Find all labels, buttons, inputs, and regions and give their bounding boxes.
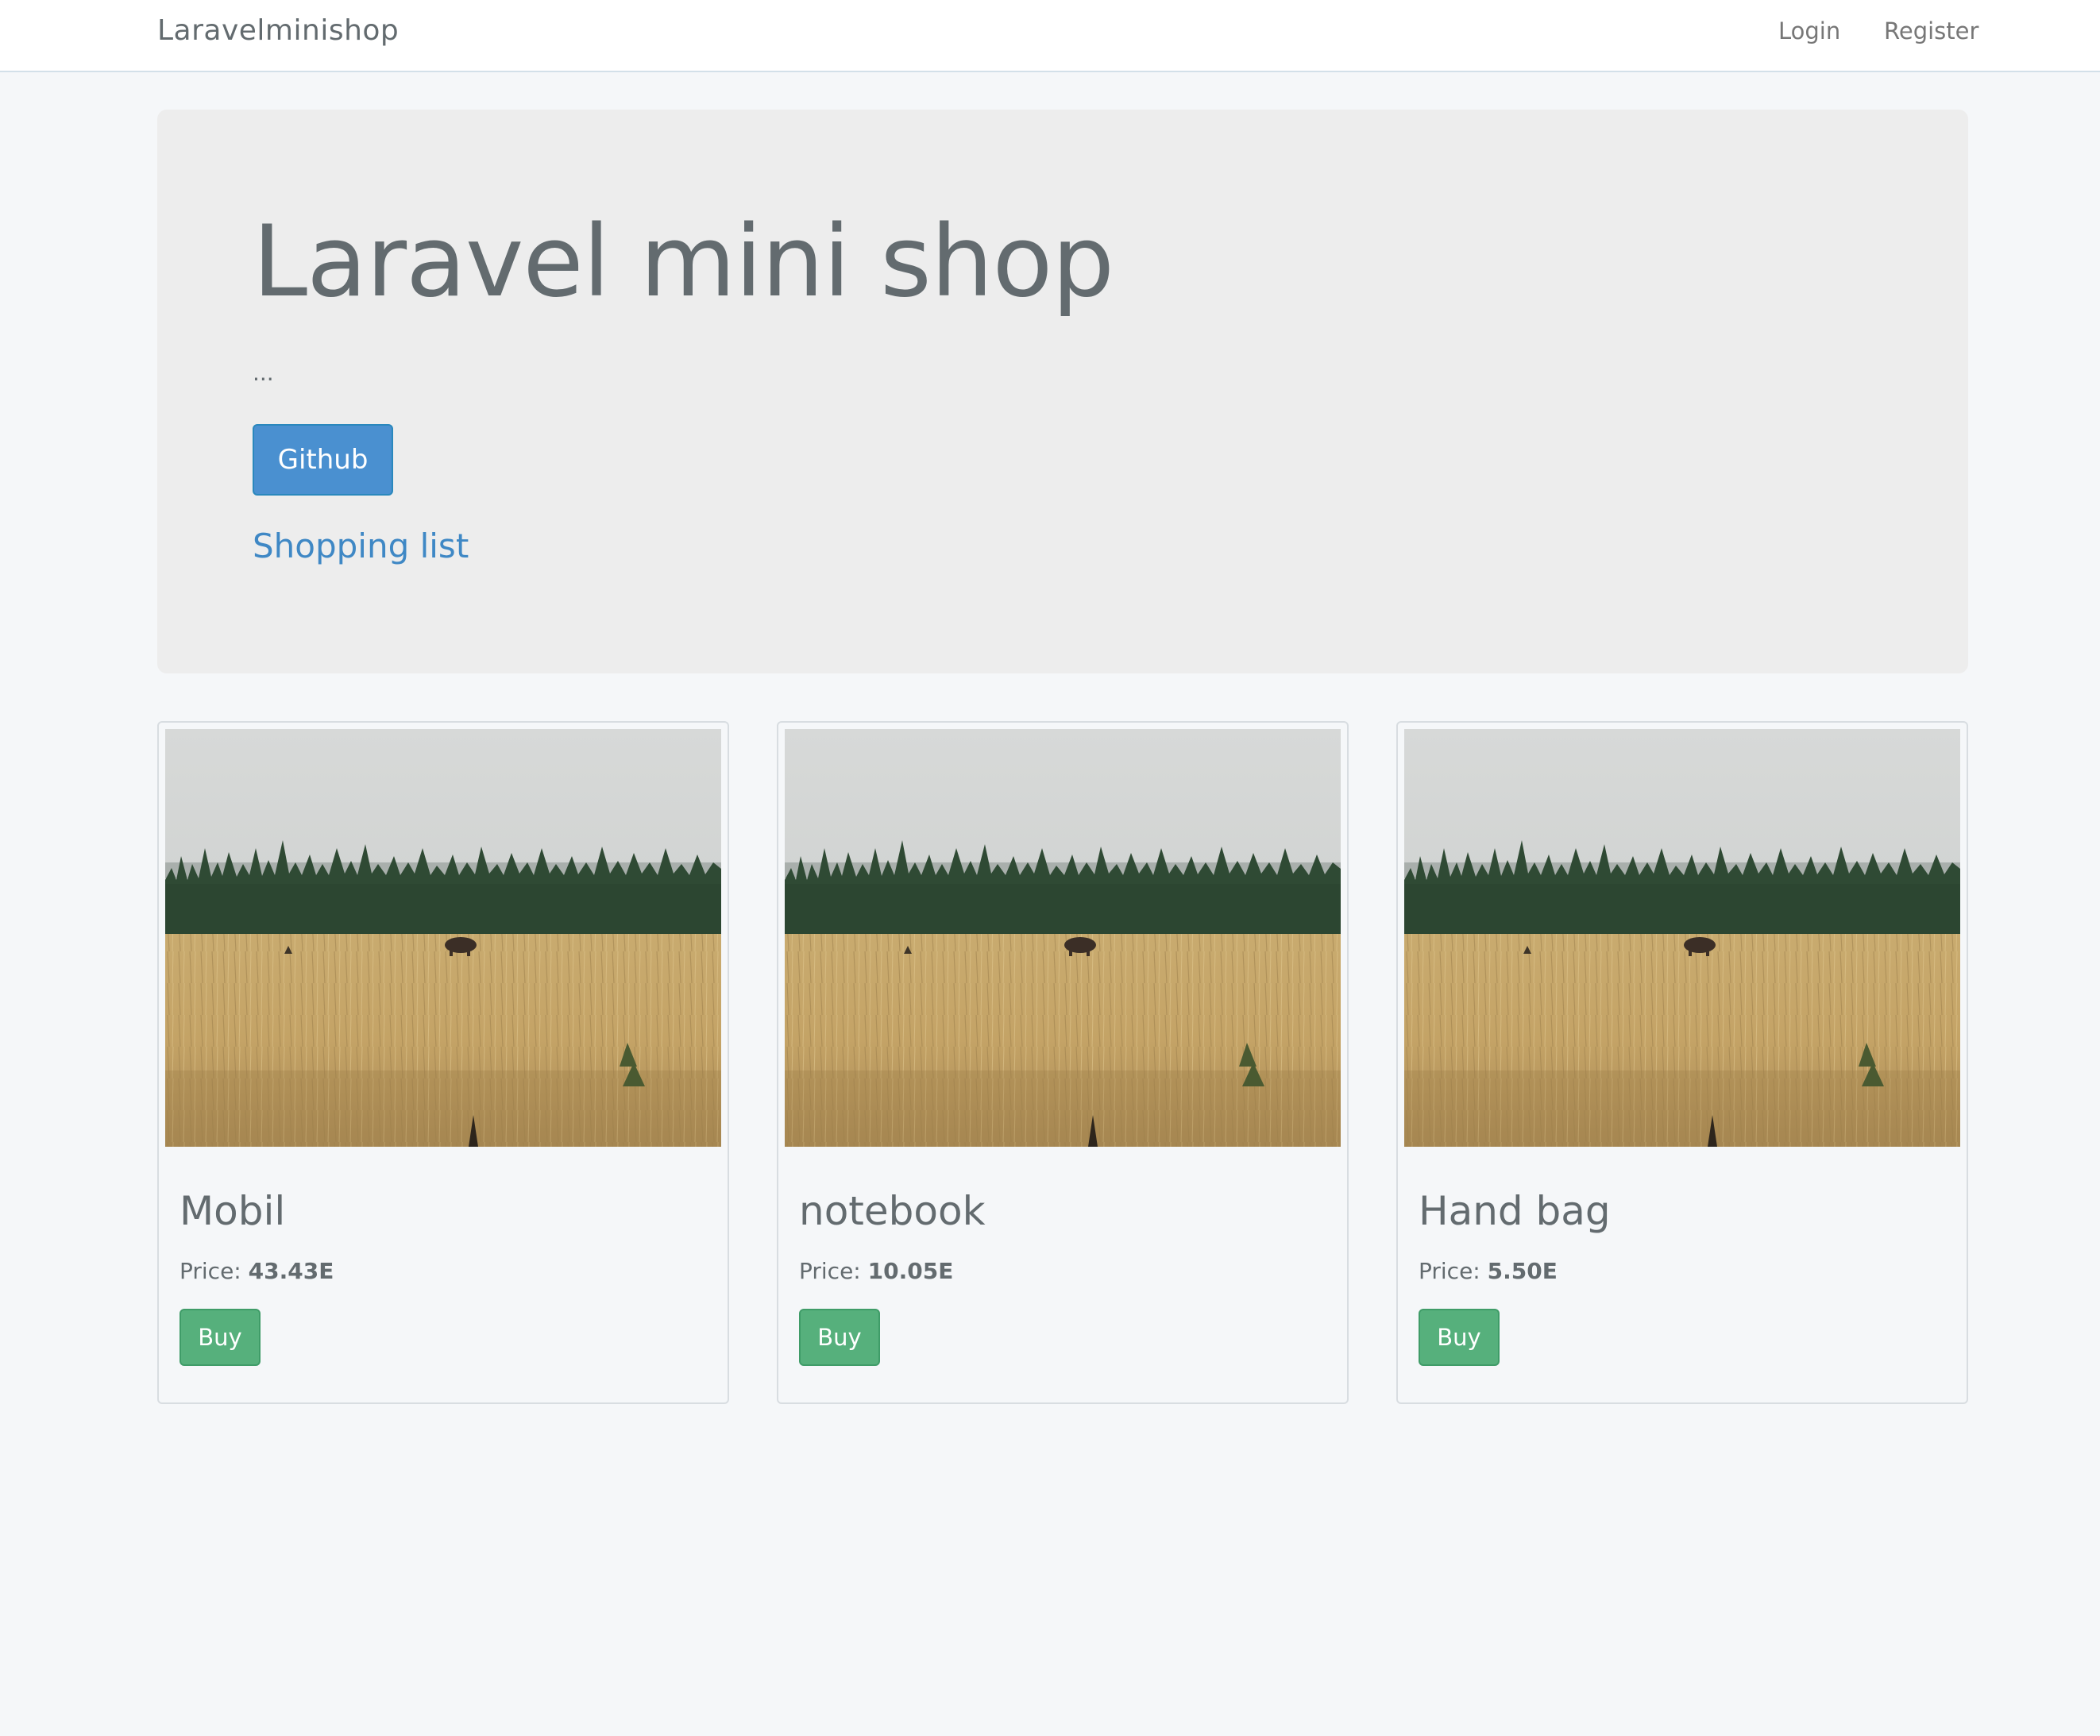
product-image bbox=[785, 729, 1341, 1147]
product-name: Hand bag bbox=[1419, 1188, 1611, 1234]
brand-link[interactable]: Laravelminishop bbox=[157, 14, 399, 47]
product-card: notebook Price: 10.05E Buy bbox=[777, 721, 1349, 1404]
price-value: 43.43E bbox=[248, 1258, 334, 1284]
page-title: Laravel mini shop bbox=[253, 205, 1114, 319]
github-button[interactable]: Github bbox=[253, 424, 393, 496]
product-image bbox=[1404, 729, 1960, 1147]
price-value: 10.05E bbox=[867, 1258, 954, 1284]
product-name: notebook bbox=[799, 1188, 986, 1234]
hero-lead-text: ... bbox=[253, 360, 274, 386]
product-price: Price: 5.50E bbox=[1419, 1260, 1558, 1283]
shopping-list-link[interactable]: Shopping list bbox=[253, 527, 469, 565]
buy-button[interactable]: Buy bbox=[180, 1309, 261, 1366]
product-price: Price: 43.43E bbox=[180, 1260, 334, 1283]
login-link[interactable]: Login bbox=[1778, 17, 1840, 44]
register-link[interactable]: Register bbox=[1884, 17, 1978, 44]
buy-button[interactable]: Buy bbox=[799, 1309, 880, 1366]
product-image bbox=[165, 729, 721, 1147]
product-card: Hand bag Price: 5.50E Buy bbox=[1396, 721, 1968, 1404]
product-name: Mobil bbox=[180, 1188, 286, 1234]
price-label: Price: bbox=[180, 1258, 241, 1284]
product-price: Price: 10.05E bbox=[799, 1260, 953, 1283]
price-value: 5.50E bbox=[1487, 1258, 1558, 1284]
price-label: Price: bbox=[799, 1258, 861, 1284]
price-label: Price: bbox=[1419, 1258, 1480, 1284]
hero-jumbotron: Laravel mini shop ... Github Shopping li… bbox=[157, 110, 1968, 673]
navbar: Laravelminishop Login Register bbox=[0, 0, 2100, 72]
buy-button[interactable]: Buy bbox=[1419, 1309, 1500, 1366]
product-card: Mobil Price: 43.43E Buy bbox=[157, 721, 729, 1404]
